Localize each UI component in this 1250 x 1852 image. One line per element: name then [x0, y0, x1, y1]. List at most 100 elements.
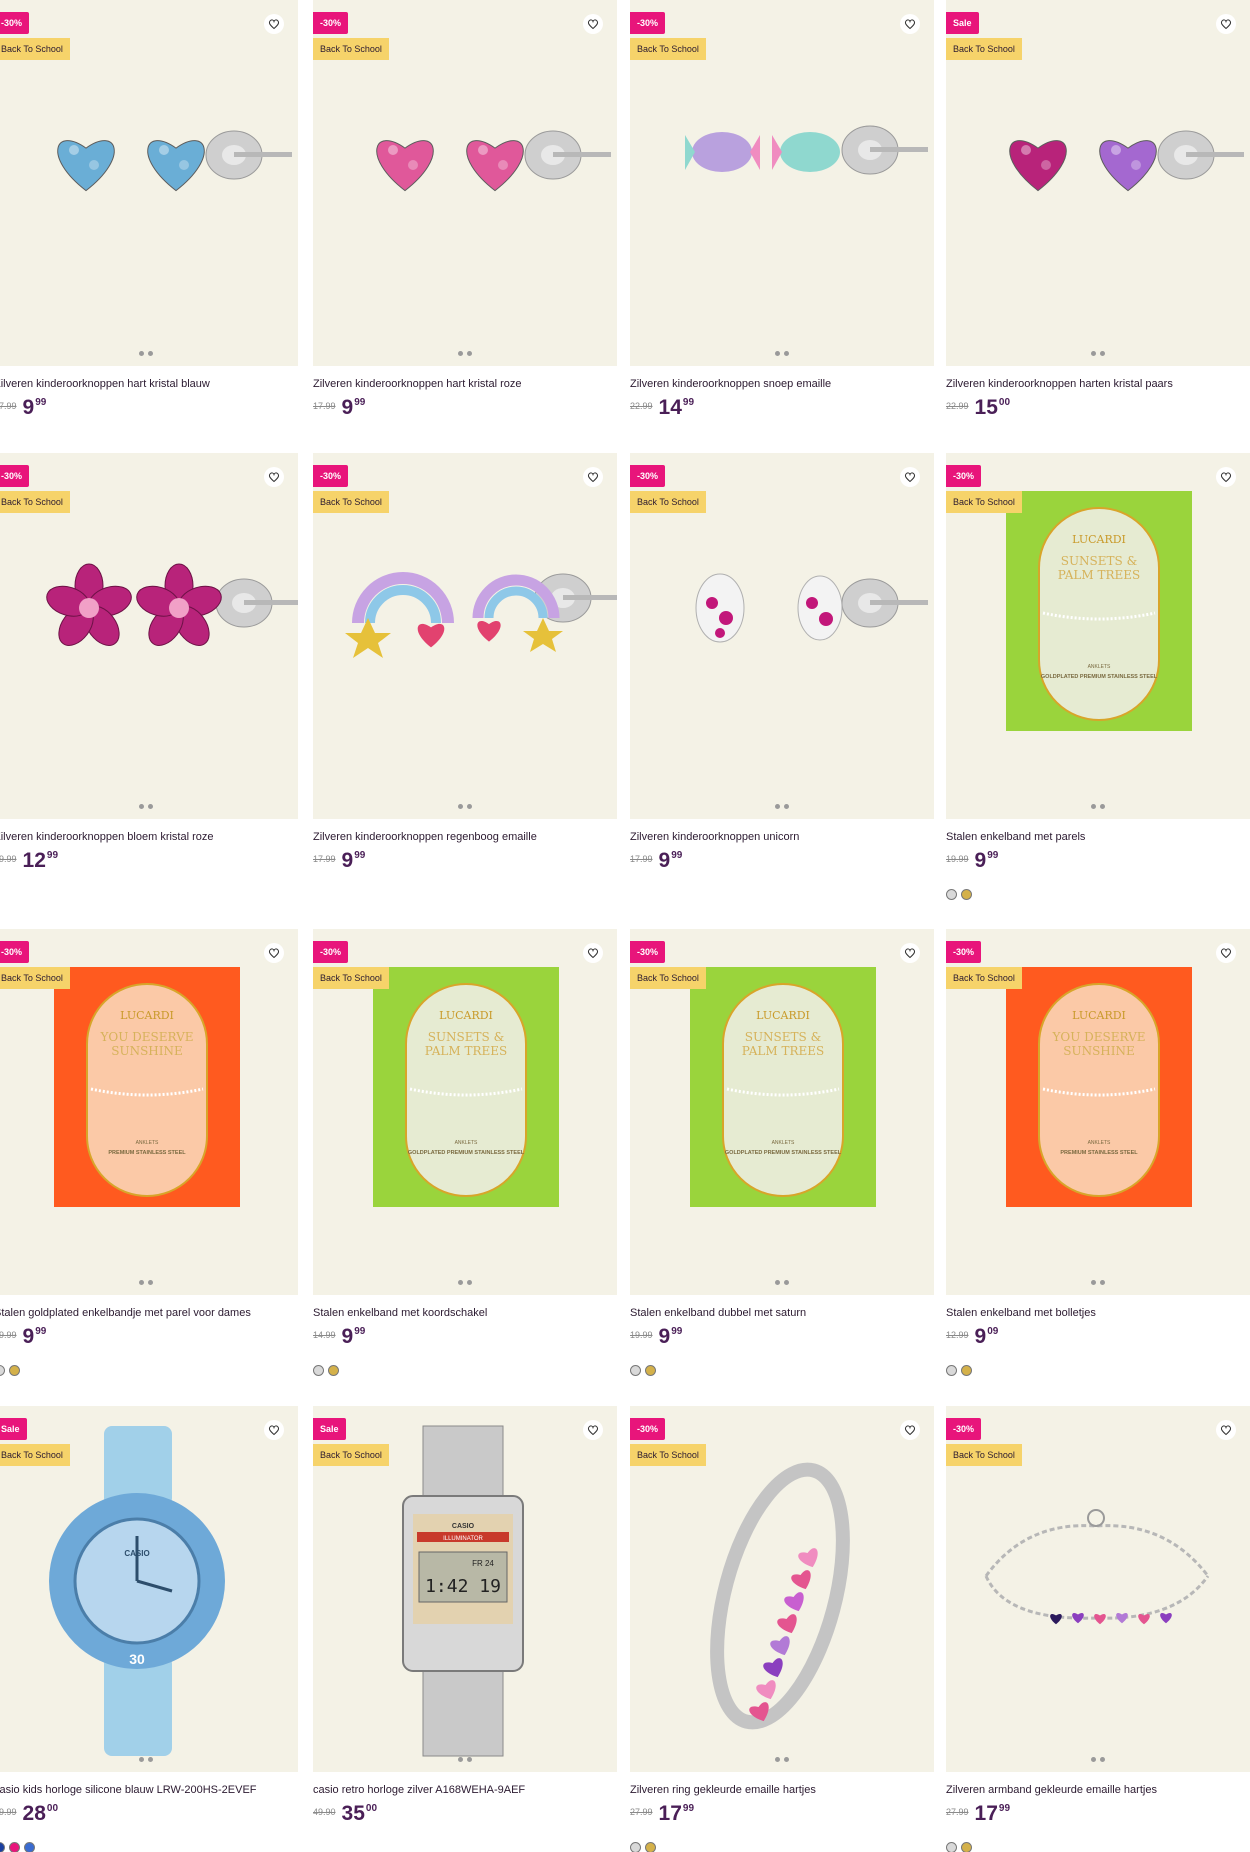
product-title[interactable]: Zilveren kinderoorknoppen bloem kristal … [0, 831, 304, 843]
carousel-dot[interactable] [1091, 804, 1096, 809]
product-image-area[interactable]: LUCARDI YOU DESERVE SUNSHINE ANKLETS PRE… [0, 929, 298, 1295]
carousel-dot[interactable] [148, 804, 153, 809]
color-swatch[interactable] [313, 1365, 324, 1376]
product-card[interactable]: -30% Back To School Zilveren kinderoorkn… [630, 453, 934, 913]
product-image-area[interactable]: LUCARDI YOU DESERVE SUNSHINE ANKLETS PRE… [946, 929, 1250, 1295]
favorite-heart-icon[interactable] [1216, 943, 1236, 963]
product-title[interactable]: Zilveren kinderoorknoppen hart kristal b… [0, 378, 304, 390]
carousel-dots[interactable] [458, 1280, 472, 1285]
carousel-dot[interactable] [148, 1280, 153, 1285]
carousel-dot[interactable] [467, 804, 472, 809]
product-title[interactable]: Zilveren kinderoorknoppen hart kristal r… [313, 378, 623, 390]
carousel-dots[interactable] [139, 1757, 153, 1762]
product-title[interactable]: Stalen enkelband dubbel met saturn [630, 1307, 940, 1319]
carousel-dots[interactable] [775, 804, 789, 809]
product-title[interactable]: Stalen goldplated enkelbandje met parel … [0, 1307, 304, 1319]
carousel-dot[interactable] [458, 1280, 463, 1285]
favorite-heart-icon[interactable] [1216, 14, 1236, 34]
product-card[interactable]: LUCARDI SUNSETS & PALM TREES ANKLETS GOL… [946, 453, 1250, 913]
favorite-heart-icon[interactable] [583, 943, 603, 963]
carousel-dots[interactable] [139, 351, 153, 356]
carousel-dot[interactable] [784, 1757, 789, 1762]
carousel-dot[interactable] [148, 351, 153, 356]
carousel-dot[interactable] [784, 1280, 789, 1285]
product-card[interactable]: -30% Back To School Zilveren kinderoorkn… [0, 0, 298, 460]
product-image-area[interactable]: -30% Back To School [630, 453, 934, 819]
product-image-area[interactable]: CASIO 30 Sale Back To School [0, 1406, 298, 1772]
product-title[interactable]: Zilveren kinderoorknoppen harten kristal… [946, 378, 1250, 390]
color-swatch[interactable] [0, 1842, 5, 1852]
product-title[interactable]: casio retro horloge zilver A168WEHA-9AEF [313, 1784, 623, 1796]
product-card[interactable]: -30% Back To School Zilveren ring gekleu… [630, 1406, 934, 1852]
product-title[interactable]: casio kids horloge silicone blauw LRW-20… [0, 1784, 304, 1796]
product-title[interactable]: Stalen enkelband met bolletjes [946, 1307, 1250, 1319]
color-swatch[interactable] [0, 1365, 5, 1376]
color-swatch[interactable] [946, 1365, 957, 1376]
carousel-dot[interactable] [784, 804, 789, 809]
product-card[interactable]: LUCARDI YOU DESERVE SUNSHINE ANKLETS PRE… [946, 929, 1250, 1389]
favorite-heart-icon[interactable] [583, 1420, 603, 1440]
color-swatch[interactable] [961, 1842, 972, 1852]
carousel-dots[interactable] [139, 804, 153, 809]
product-card[interactable]: LUCARDI SUNSETS & PALM TREES ANKLETS GOL… [313, 929, 617, 1389]
carousel-dots[interactable] [1091, 1757, 1105, 1762]
product-title[interactable]: Stalen enkelband met koordschakel [313, 1307, 623, 1319]
carousel-dot[interactable] [467, 1757, 472, 1762]
carousel-dots[interactable] [775, 351, 789, 356]
carousel-dot[interactable] [139, 804, 144, 809]
product-card[interactable]: -30% Back To School Zilveren kinderoorkn… [313, 453, 617, 913]
color-swatch[interactable] [961, 1365, 972, 1376]
carousel-dot[interactable] [139, 351, 144, 356]
carousel-dots[interactable] [458, 351, 472, 356]
carousel-dot[interactable] [1091, 351, 1096, 356]
product-image-area[interactable]: -30% Back To School [630, 0, 934, 366]
carousel-dot[interactable] [1091, 1280, 1096, 1285]
carousel-dot[interactable] [458, 804, 463, 809]
product-image-area[interactable]: LUCARDI SUNSETS & PALM TREES ANKLETS GOL… [946, 453, 1250, 819]
product-image-area[interactable]: -30% Back To School [0, 0, 298, 366]
product-image-area[interactable]: -30% Back To School [313, 0, 617, 366]
product-card[interactable]: LUCARDI SUNSETS & PALM TREES ANKLETS GOL… [630, 929, 934, 1389]
color-swatch[interactable] [961, 889, 972, 900]
carousel-dot[interactable] [139, 1757, 144, 1762]
product-card[interactable]: -30% Back To School Zilveren kinderoorkn… [630, 0, 934, 460]
carousel-dot[interactable] [467, 1280, 472, 1285]
carousel-dot[interactable] [1100, 1280, 1105, 1285]
favorite-heart-icon[interactable] [583, 467, 603, 487]
product-image-area[interactable]: -30% Back To School [630, 1406, 934, 1772]
carousel-dot[interactable] [1100, 804, 1105, 809]
product-image-area[interactable]: -30% Back To School [313, 453, 617, 819]
product-title[interactable]: Zilveren armband gekleurde emaille hartj… [946, 1784, 1250, 1796]
color-swatch[interactable] [24, 1842, 35, 1852]
product-title[interactable]: Zilveren ring gekleurde emaille hartjes [630, 1784, 940, 1796]
product-card[interactable]: CASIO 30 Sale Back To School casio kids … [0, 1406, 298, 1852]
color-swatch[interactable] [630, 1842, 641, 1852]
favorite-heart-icon[interactable] [1216, 1420, 1236, 1440]
favorite-heart-icon[interactable] [900, 14, 920, 34]
product-image-area[interactable]: -30% Back To School [0, 453, 298, 819]
favorite-heart-icon[interactable] [1216, 467, 1236, 487]
product-image-area[interactable]: LUCARDI SUNSETS & PALM TREES ANKLETS GOL… [630, 929, 934, 1295]
carousel-dot[interactable] [467, 351, 472, 356]
carousel-dot[interactable] [458, 351, 463, 356]
product-card[interactable]: CASIO ILLUMINATOR FR 24 1:42 19 Sale Bac… [313, 1406, 617, 1852]
favorite-heart-icon[interactable] [900, 467, 920, 487]
product-title[interactable]: Zilveren kinderoorknoppen unicorn [630, 831, 940, 843]
product-card[interactable]: -30% Back To School Zilveren kinderoorkn… [313, 0, 617, 460]
product-image-area[interactable]: -30% Back To School [946, 1406, 1250, 1772]
carousel-dot[interactable] [1091, 1757, 1096, 1762]
color-swatch[interactable] [328, 1365, 339, 1376]
favorite-heart-icon[interactable] [264, 943, 284, 963]
product-title[interactable]: Zilveren kinderoorknoppen snoep emaille [630, 378, 940, 390]
color-swatch[interactable] [9, 1842, 20, 1852]
carousel-dots[interactable] [1091, 351, 1105, 356]
product-card[interactable]: -30% Back To School Zilveren armband gek… [946, 1406, 1250, 1852]
favorite-heart-icon[interactable] [900, 943, 920, 963]
color-swatch[interactable] [645, 1365, 656, 1376]
product-image-area[interactable]: CASIO ILLUMINATOR FR 24 1:42 19 Sale Bac… [313, 1406, 617, 1772]
carousel-dots[interactable] [458, 804, 472, 809]
carousel-dot[interactable] [148, 1757, 153, 1762]
product-title[interactable]: Stalen enkelband met parels [946, 831, 1250, 843]
product-card[interactable]: -30% Back To School Zilveren kinderoorkn… [0, 453, 298, 913]
carousel-dot[interactable] [458, 1757, 463, 1762]
